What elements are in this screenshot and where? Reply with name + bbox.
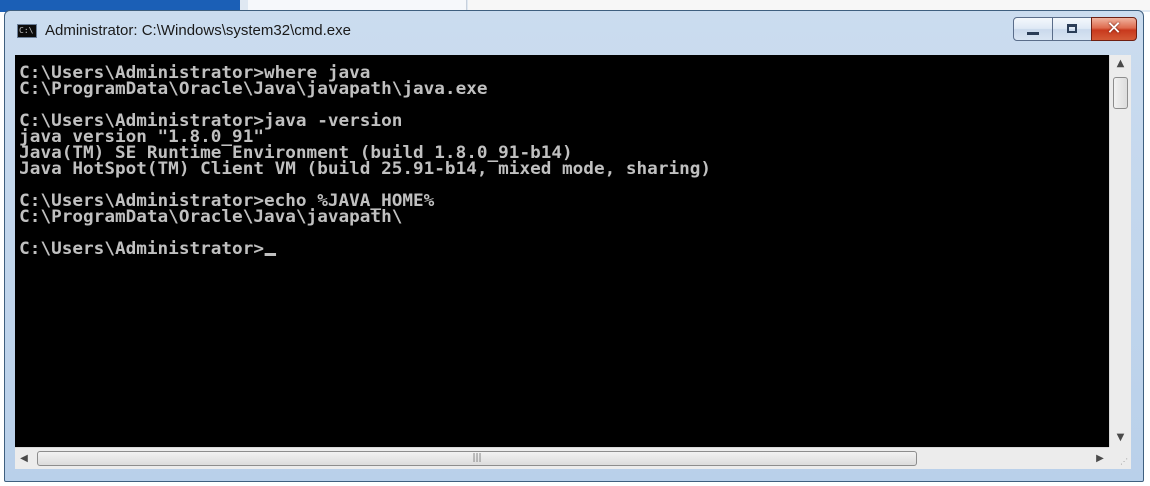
horizontal-scrollbar[interactable]: ◀ ||| ▶ xyxy=(15,447,1109,469)
maximize-icon xyxy=(1067,24,1077,33)
minimize-button[interactable] xyxy=(1013,17,1053,41)
console-line: Java HotSpot(TM) Client VM (build 25.91-… xyxy=(19,159,712,179)
maximize-button[interactable] xyxy=(1052,17,1092,41)
title-bar[interactable]: C:\ Administrator: C:\Windows\system32\c… xyxy=(5,11,1143,51)
console-prompt-line[interactable]: C:\Users\Administrator> xyxy=(15,239,1109,259)
cmd-window: C:\ Administrator: C:\Windows\system32\c… xyxy=(4,10,1144,482)
console-line: C:\ProgramData\Oracle\Java\javapath\java… xyxy=(19,79,488,99)
console-line: C:\ProgramData\Oracle\Java\javapath\ xyxy=(19,207,403,227)
scroll-up-arrow-icon[interactable]: ▲ xyxy=(1110,55,1131,73)
close-button[interactable]: ✕ xyxy=(1091,17,1137,41)
background-tab xyxy=(248,0,467,10)
resize-grip-icon[interactable]: ⋰ xyxy=(1109,447,1131,469)
scroll-down-arrow-icon[interactable]: ▼ xyxy=(1110,429,1131,447)
scroll-right-arrow-icon[interactable]: ▶ xyxy=(1091,448,1109,469)
horizontal-scroll-thumb[interactable]: ||| xyxy=(37,451,917,466)
cmd-icon[interactable]: C:\ xyxy=(17,24,37,38)
window-title: Administrator: C:\Windows\system32\cmd.e… xyxy=(45,22,351,39)
vertical-scroll-thumb[interactable] xyxy=(1113,77,1128,109)
prompt-text: C:\Users\Administrator> xyxy=(19,239,264,259)
scroll-left-arrow-icon[interactable]: ◀ xyxy=(15,448,33,469)
background-toolbar xyxy=(468,0,1150,10)
close-icon: ✕ xyxy=(1106,18,1122,39)
console-output[interactable]: C:\Users\Administrator>where java C:\Pro… xyxy=(15,55,1109,447)
vertical-scrollbar[interactable]: ▲ ▼ xyxy=(1109,55,1131,447)
text-cursor xyxy=(265,253,277,256)
minimize-icon xyxy=(1027,32,1039,35)
caption-buttons: ✕ xyxy=(1013,17,1137,43)
